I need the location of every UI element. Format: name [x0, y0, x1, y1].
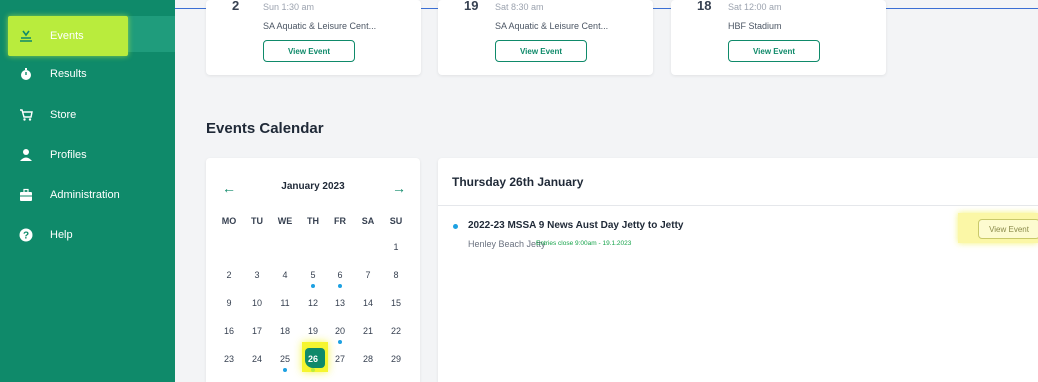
- event-card-date: 19: [464, 0, 479, 13]
- event-panel-title: Thursday 26th January: [452, 175, 584, 189]
- calendar-day[interactable]: 23: [219, 354, 239, 364]
- calendar-day[interactable]: 14: [358, 298, 378, 308]
- help-icon: ?: [18, 227, 34, 243]
- sidebar: Events Results Store Profiles Administra…: [0, 0, 175, 382]
- sidebar-item-label: Profiles: [50, 149, 87, 161]
- cart-icon: [18, 107, 34, 123]
- event-card-date: 2: [232, 0, 240, 13]
- calendar-day[interactable]: 22: [386, 326, 406, 336]
- event-indicator-dot: [311, 284, 315, 288]
- events-icon: [18, 28, 34, 44]
- sidebar-active-track: [128, 16, 175, 52]
- event-card-venue: SA Aquatic & Leisure Cent...: [495, 21, 609, 31]
- sidebar-item-help[interactable]: ? Help: [8, 217, 172, 253]
- calendar-day[interactable]: 27: [330, 354, 350, 364]
- event-indicator-dot: [338, 340, 342, 344]
- section-title: Events Calendar: [206, 120, 324, 137]
- weekday-label: FR: [334, 216, 346, 226]
- calendar-day[interactable]: 21: [358, 326, 378, 336]
- sidebar-item-label: Help: [50, 229, 73, 241]
- view-event-button[interactable]: View Event: [263, 40, 355, 62]
- event-dot: [453, 224, 458, 229]
- sidebar-item-label: Events: [50, 30, 84, 42]
- event-indicator-dot: [283, 368, 287, 372]
- event-card: 18 Sat 12:00 am HBF Stadium View Event: [671, 0, 886, 75]
- event-panel: Thursday 26th January 2022-23 MSSA 9 New…: [438, 158, 1038, 382]
- weekday-label: TU: [251, 216, 263, 226]
- event-card: 19 Sat 8:30 am SA Aquatic & Leisure Cent…: [438, 0, 653, 75]
- calendar-day[interactable]: 9: [219, 298, 239, 308]
- weekday-label: WE: [277, 216, 293, 226]
- calendar-day[interactable]: 8: [386, 270, 406, 280]
- event-card-time: Sat 12:00 am: [728, 2, 782, 12]
- calendar-day[interactable]: 29: [386, 354, 406, 364]
- weekday-label: SU: [389, 216, 403, 226]
- sidebar-item-profiles[interactable]: Profiles: [8, 137, 172, 173]
- calendar-header: ← January 2023 →: [206, 180, 420, 196]
- calendar-day[interactable]: 1: [386, 242, 406, 252]
- person-icon: [18, 147, 34, 163]
- event-indicator-dot: [311, 368, 315, 372]
- svg-text:?: ?: [23, 231, 29, 242]
- divider: [438, 205, 1038, 206]
- sidebar-item-label: Administration: [50, 189, 120, 201]
- calendar-day[interactable]: 11: [275, 298, 295, 308]
- event-card-venue: SA Aquatic & Leisure Cent...: [263, 21, 377, 31]
- event-name[interactable]: 2022-23 MSSA 9 News Aust Day Jetty to Je…: [468, 220, 683, 231]
- calendar-day[interactable]: 20: [330, 326, 350, 336]
- calendar-day[interactable]: 7: [358, 270, 378, 280]
- stopwatch-icon: [18, 66, 34, 82]
- calendar-day[interactable]: 18: [275, 326, 295, 336]
- entries-close-text: Entries close 9:00am - 19.1.2023: [536, 240, 632, 247]
- sidebar-item-administration[interactable]: Administration: [8, 177, 172, 213]
- calendar-day[interactable]: 17: [247, 326, 267, 336]
- calendar-day[interactable]: 2: [219, 270, 239, 280]
- view-event-button[interactable]: View Event: [978, 219, 1038, 239]
- view-event-button[interactable]: View Event: [495, 40, 587, 62]
- briefcase-icon: [18, 187, 34, 203]
- next-month-icon[interactable]: →: [392, 180, 406, 196]
- sidebar-item-label: Store: [50, 109, 77, 121]
- calendar-day[interactable]: 25: [275, 354, 295, 364]
- weekday-label: SA: [361, 216, 375, 226]
- event-indicator-dot: [338, 284, 342, 288]
- sidebar-item-label: Results: [50, 68, 87, 80]
- event-card-venue: HBF Stadium: [728, 21, 782, 31]
- calendar-day[interactable]: 19: [303, 326, 323, 336]
- calendar-day[interactable]: 24: [247, 354, 267, 364]
- calendar-day[interactable]: 15: [386, 298, 406, 308]
- calendar-day[interactable]: 3: [247, 270, 267, 280]
- weekday-label: MO: [221, 216, 237, 226]
- calendar: ← January 2023 → MO TU WE TH FR SA SU 1 2 3 4 5 6 7 8 9…: [206, 158, 420, 382]
- event-card-date: 18: [697, 0, 712, 13]
- calendar-month: January 2023: [281, 181, 345, 192]
- weekday-label: TH: [307, 216, 319, 226]
- view-event-button[interactable]: View Event: [728, 40, 820, 62]
- calendar-day[interactable]: 10: [247, 298, 267, 308]
- sidebar-item-events[interactable]: Events: [8, 16, 128, 56]
- calendar-day[interactable]: 12: [303, 298, 323, 308]
- event-location: Henley Beach Jetty: [468, 239, 546, 249]
- calendar-day[interactable]: 28: [358, 354, 378, 364]
- event-card-time: Sat 8:30 am: [495, 2, 544, 12]
- calendar-day[interactable]: 13: [330, 298, 350, 308]
- calendar-day[interactable]: 5: [303, 270, 323, 280]
- event-card-time: Sun 1:30 am: [263, 2, 315, 12]
- calendar-day[interactable]: 26: [303, 354, 323, 364]
- calendar-day[interactable]: 6: [330, 270, 350, 280]
- sidebar-item-results[interactable]: Results: [8, 56, 172, 92]
- sidebar-item-store[interactable]: Store: [8, 97, 172, 133]
- calendar-day[interactable]: 4: [275, 270, 295, 280]
- calendar-day[interactable]: 16: [219, 326, 239, 336]
- event-card: 2 Sun 1:30 am SA Aquatic & Leisure Cent.…: [206, 0, 421, 75]
